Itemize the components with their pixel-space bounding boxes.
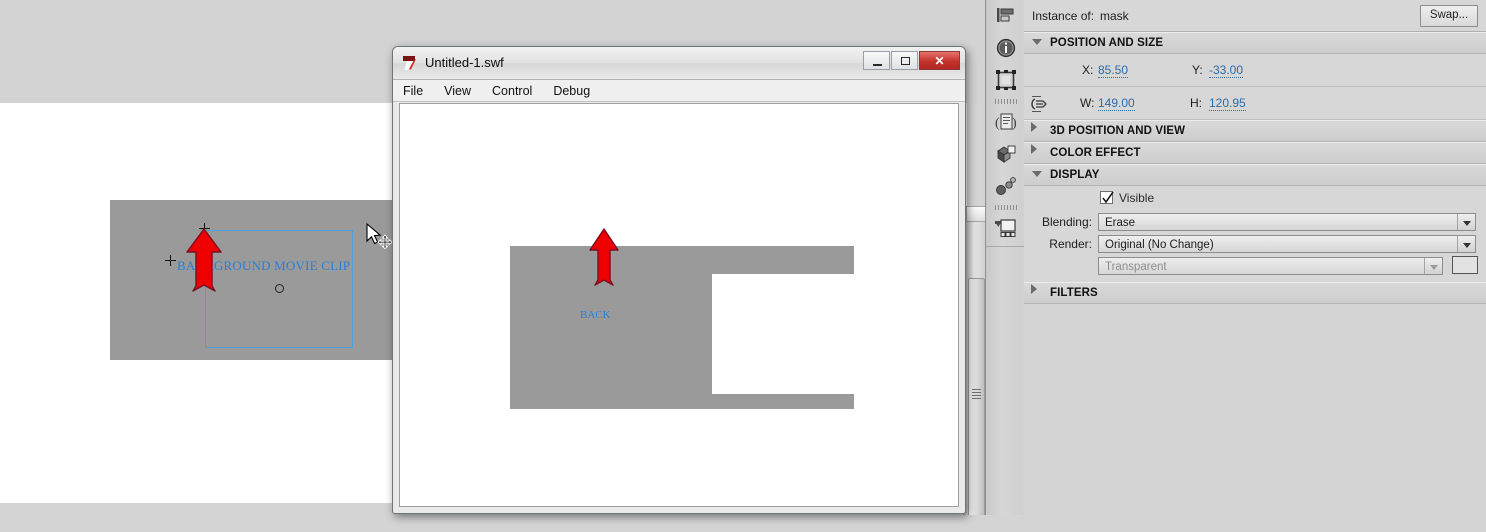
menu-item-control[interactable]: Control	[490, 83, 534, 99]
stage-movieclip-label: BACKGROUND MOVIE CLIP	[177, 258, 351, 273]
swf-mask-rectangle	[712, 274, 862, 394]
stage-vertical-scrollbar[interactable]	[963, 206, 985, 515]
align-panel-icon[interactable]	[986, 0, 1025, 32]
instance-name-value[interactable]: mask	[1100, 9, 1129, 23]
scrollbar-grip-icon	[972, 389, 981, 399]
move-cursor	[365, 222, 395, 253]
size-row: W: 149.00 H: 120.95	[1024, 87, 1486, 120]
minimize-icon	[873, 64, 882, 66]
swf-movieclip-label: BACK	[580, 309, 611, 321]
window-close-button[interactable]: ✕	[919, 51, 960, 70]
transparency-value: Transparent	[1105, 261, 1167, 273]
panel-group-drag-handle-icon[interactable]	[994, 205, 1017, 210]
visible-label: Visible	[1119, 191, 1155, 205]
section-title-3d-position-and-view: 3D POSITION AND VIEW	[1050, 125, 1186, 137]
blending-label: Blending:	[1041, 215, 1092, 229]
transparency-dropdown: Transparent	[1098, 257, 1443, 275]
registration-cross-icon	[199, 223, 210, 234]
swf-window-menubar[interactable]: File View Control Debug	[393, 80, 965, 102]
section-title-position-and-size: POSITION AND SIZE	[1050, 37, 1164, 49]
svg-text:(: (	[995, 116, 1000, 131]
component-inspector-icon[interactable]	[986, 170, 1025, 202]
section-header-color-effect[interactable]: COLOR EFFECT	[1024, 142, 1486, 164]
chevron-down-icon	[1032, 171, 1042, 177]
y-label: Y:	[1192, 63, 1203, 77]
panel-group-drag-handle-icon[interactable]	[994, 99, 1017, 104]
y-value[interactable]: -33.00	[1209, 63, 1244, 78]
components-panel-icon[interactable]	[986, 138, 1025, 170]
instance-of-label: Instance of:	[1032, 9, 1095, 23]
scrollbar-thumb[interactable]	[968, 278, 985, 515]
window-minimize-button[interactable]	[863, 51, 890, 70]
section-header-filters[interactable]: FILTERS	[1024, 282, 1486, 304]
display-section-body: Visible Blending: Erase Render: Original…	[1024, 186, 1486, 282]
scrollbar-up-button[interactable]	[966, 206, 985, 222]
chevron-down-icon	[1032, 39, 1042, 45]
h-label: H:	[1190, 96, 1202, 110]
visible-checkbox[interactable]	[1100, 191, 1114, 204]
library-panel-icon[interactable]	[986, 212, 1025, 244]
info-panel-icon[interactable]	[986, 32, 1025, 64]
properties-panel-empty-area	[1024, 304, 1486, 532]
chevron-down-icon[interactable]	[1457, 214, 1475, 230]
panel-icon-rail[interactable]: ( )	[985, 0, 1026, 515]
swf-movieclip-background: BACK	[510, 246, 862, 409]
chevron-down-icon	[1424, 258, 1442, 274]
actions-panel-icon[interactable]: ( )	[986, 106, 1025, 138]
position-row: X: 85.50 Y: -33.00	[1024, 54, 1486, 87]
properties-panel: Instance of: mask Swap... POSITION AND S…	[1024, 0, 1486, 532]
svg-text:): )	[1012, 116, 1017, 131]
chevron-down-icon[interactable]	[1457, 236, 1475, 252]
transform-panel-icon[interactable]	[986, 64, 1025, 96]
swf-playback-canvas[interactable]: BACK	[399, 103, 959, 507]
blending-value: Erase	[1105, 217, 1136, 229]
lock-aspect-ratio-icon[interactable]	[1030, 95, 1052, 113]
section-title-color-effect: COLOR EFFECT	[1050, 147, 1141, 159]
visible-row: Visible	[1024, 186, 1486, 212]
x-value[interactable]: 85.50	[1098, 63, 1129, 78]
rail-divider	[986, 246, 1025, 247]
window-maximize-button[interactable]	[891, 51, 918, 70]
render-dropdown[interactable]: Original (No Change)	[1098, 235, 1476, 253]
x-label: X:	[1082, 63, 1094, 77]
instance-of-row: Instance of: mask Swap...	[1024, 0, 1486, 32]
transparency-row: Transparent	[1024, 256, 1486, 282]
swap-button[interactable]: Swap...	[1420, 5, 1478, 27]
blending-dropdown[interactable]: Erase	[1098, 213, 1476, 231]
menu-item-file[interactable]: File	[401, 83, 425, 99]
background-color-swatch[interactable]	[1452, 256, 1478, 274]
w-label: W:	[1080, 96, 1095, 110]
menu-item-view[interactable]: View	[442, 83, 473, 99]
transform-point-icon[interactable]	[275, 284, 284, 293]
render-label: Render:	[1049, 237, 1092, 251]
swf-player-window[interactable]: Untitled-1.swf ✕ File View Control Debug…	[392, 46, 966, 514]
render-value: Original (No Change)	[1105, 239, 1214, 251]
section-header-display[interactable]: DISPLAY	[1024, 164, 1486, 186]
section-header-3d-position-and-view[interactable]: 3D POSITION AND VIEW	[1024, 120, 1486, 142]
maximize-icon	[901, 57, 910, 65]
registration-cross-icon	[165, 255, 176, 266]
blending-row: Blending: Erase	[1024, 212, 1486, 234]
menu-item-debug[interactable]: Debug	[551, 83, 592, 99]
section-header-position-and-size[interactable]: POSITION AND SIZE	[1024, 32, 1486, 54]
w-value[interactable]: 149.00	[1098, 96, 1135, 111]
flash-player-icon	[402, 55, 419, 71]
close-icon: ✕	[934, 54, 945, 68]
section-title-display: DISPLAY	[1050, 169, 1100, 181]
swf-window-title: Untitled-1.swf	[425, 55, 504, 70]
render-row: Render: Original (No Change)	[1024, 234, 1486, 256]
section-title-filters: FILTERS	[1050, 287, 1098, 299]
h-value[interactable]: 120.95	[1209, 96, 1246, 111]
swf-window-titlebar[interactable]: Untitled-1.swf ✕	[393, 47, 965, 80]
